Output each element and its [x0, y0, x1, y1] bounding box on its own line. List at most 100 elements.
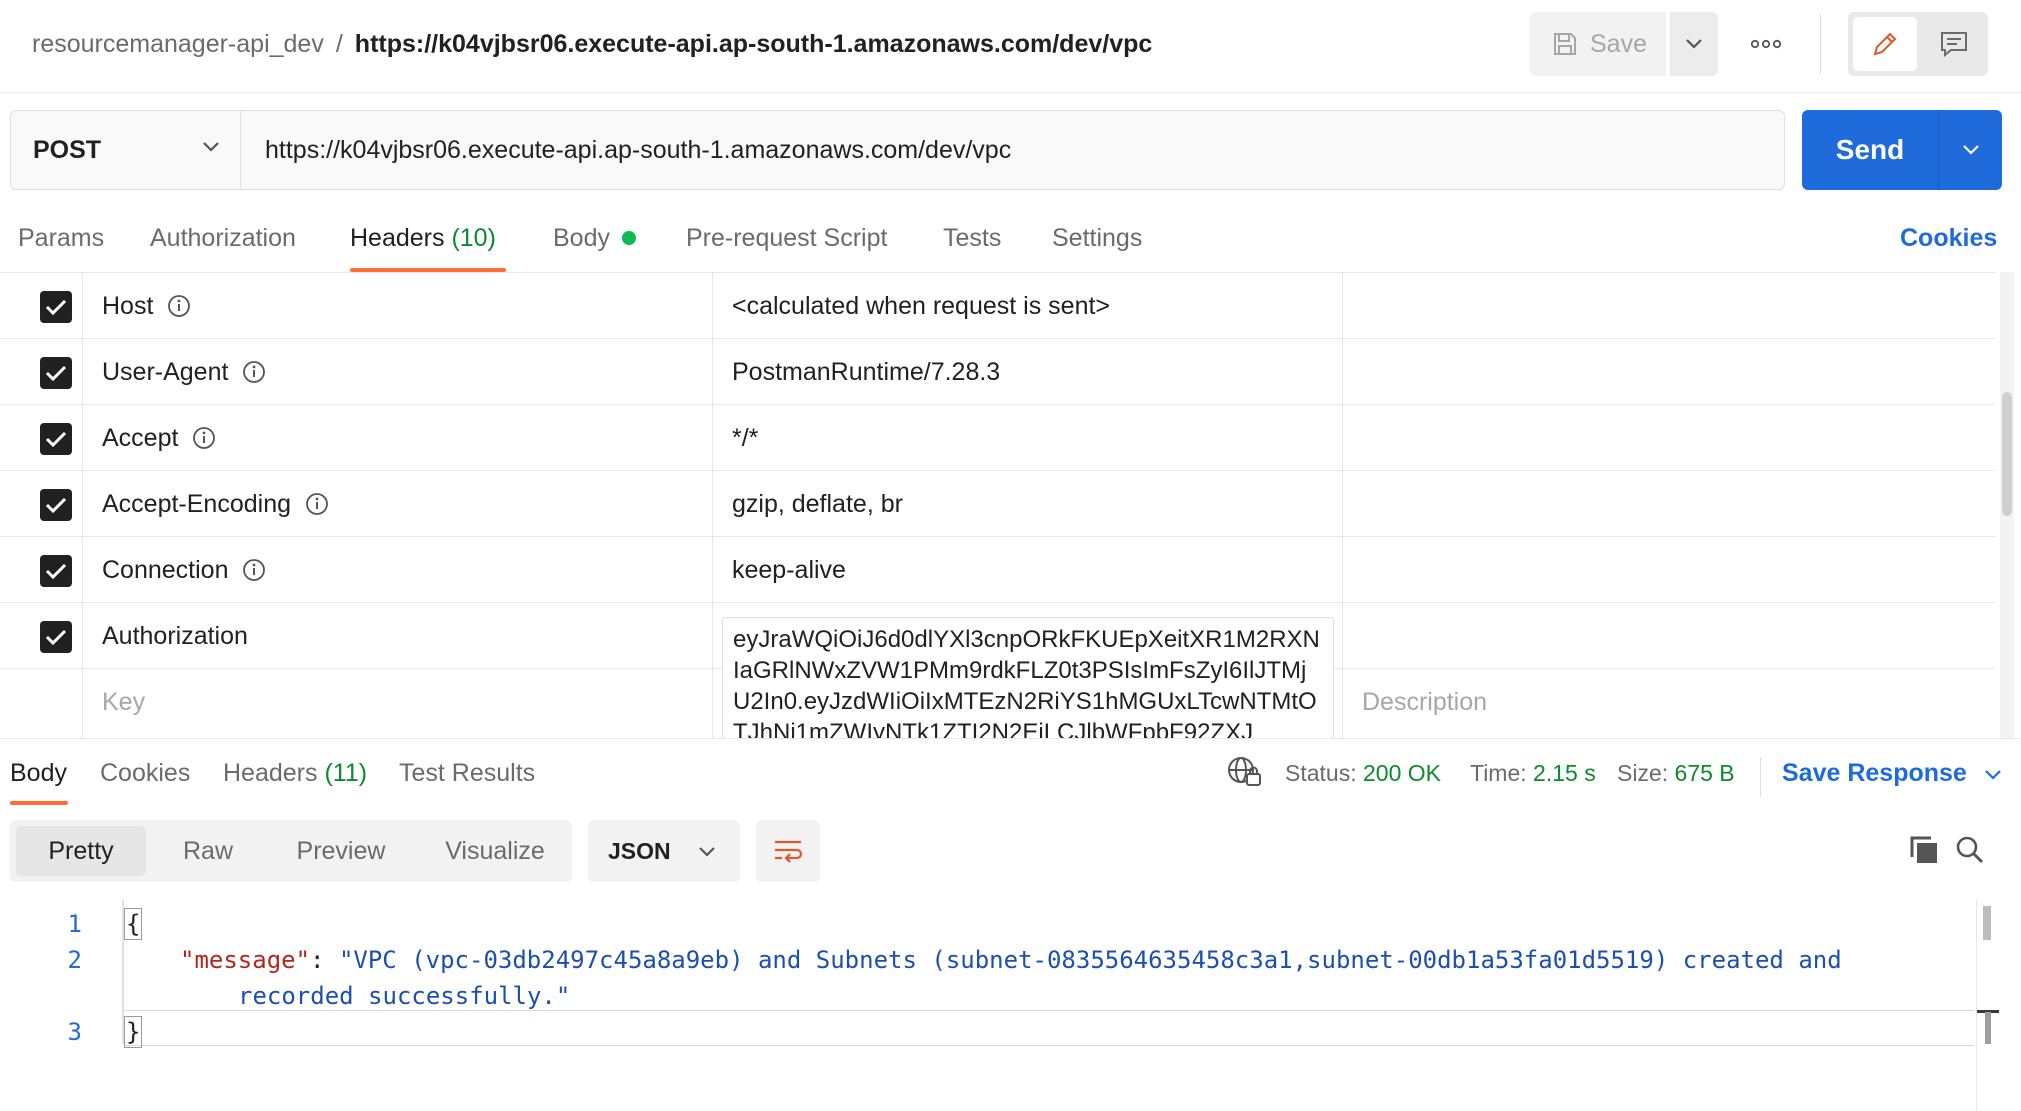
chevron-down-icon — [203, 142, 219, 152]
header-key[interactable]: User-Agent — [102, 339, 266, 405]
network-icon[interactable] — [1226, 755, 1262, 801]
size-value[interactable]: 675 B — [1675, 760, 1735, 786]
header-enabled-checkbox[interactable] — [40, 357, 72, 389]
tab-headers-count: (10) — [451, 224, 496, 252]
mode-toggle — [1848, 12, 1988, 76]
code-scrollbar[interactable] — [1976, 900, 1999, 1111]
more-icon — [1751, 39, 1781, 49]
header-value[interactable]: keep-alive — [732, 537, 846, 603]
format-preview[interactable]: Preview — [276, 826, 406, 876]
save-icon — [1554, 33, 1576, 55]
info-icon[interactable] — [242, 558, 266, 582]
new-description-input[interactable]: Description — [1362, 669, 1487, 735]
response-tab-body[interactable]: Body — [10, 753, 67, 793]
chevron-down-icon — [1985, 770, 2001, 780]
code-line-3: } — [124, 1014, 143, 1050]
header-enabled-checkbox[interactable] — [40, 621, 72, 653]
response-tab-test-results[interactable]: Test Results — [399, 753, 535, 793]
current-line-highlight — [124, 1010, 1974, 1046]
more-options-button[interactable] — [1742, 28, 1790, 60]
wrap-lines-button[interactable] — [756, 820, 820, 882]
tab-authorization[interactable]: Authorization — [150, 218, 296, 258]
status-value[interactable]: 200 OK — [1363, 760, 1441, 786]
chevron-down-icon — [1686, 39, 1702, 49]
response-tab-headers[interactable]: Headers (11) — [223, 753, 367, 793]
url-input[interactable]: https://k04vjbsr06.execute-api.ap-south-… — [251, 111, 1771, 189]
table-row: Connection keep-alive — [0, 537, 1995, 603]
response-tab-headers-label: Headers — [223, 759, 318, 787]
response-tab-cookies[interactable]: Cookies — [100, 753, 190, 793]
language-select[interactable]: JSON — [588, 820, 740, 882]
format-tabs: Pretty Raw Preview Visualize — [10, 820, 572, 882]
request-tabs: Params Authorization Headers (10) Body P… — [0, 210, 2021, 272]
scrollbar-thumb[interactable] — [1983, 906, 1991, 940]
tab-params[interactable]: Params — [18, 218, 104, 258]
response-header-bar: Body Cookies Headers (11) Test Results S… — [0, 738, 2021, 808]
check-icon — [45, 629, 67, 646]
header-key[interactable]: Host — [102, 273, 191, 339]
table-row: Accept */* — [0, 405, 1995, 471]
info-icon[interactable] — [305, 492, 329, 516]
header-enabled-checkbox[interactable] — [40, 291, 72, 323]
response-body-editor[interactable]: 1 2 3 { "message": "VPC (vpc-03db2497c45… — [0, 900, 1990, 1111]
cookies-link[interactable]: Cookies — [1900, 218, 1997, 258]
edit-mode-button[interactable] — [1853, 17, 1917, 71]
method-select[interactable]: POST — [11, 111, 241, 189]
breadcrumb-separator: / — [335, 30, 343, 58]
new-key-input[interactable]: Key — [102, 669, 145, 735]
save-response-button[interactable]: Save Response — [1782, 753, 2002, 793]
header-key[interactable]: Connection — [102, 537, 266, 603]
pencil-icon — [1873, 32, 1897, 56]
send-button[interactable]: Send — [1802, 110, 1938, 190]
info-icon[interactable] — [167, 294, 191, 318]
copy-button[interactable] — [1904, 830, 1944, 870]
response-divider — [1760, 757, 1761, 797]
tab-headers[interactable]: Headers (10) — [350, 218, 496, 258]
format-visualize[interactable]: Visualize — [430, 826, 560, 876]
header-value[interactable]: PostmanRuntime/7.28.3 — [732, 339, 1000, 405]
tab-tests[interactable]: Tests — [943, 218, 1001, 258]
time-value[interactable]: 2.15 s — [1533, 760, 1596, 786]
active-tab-indicator — [10, 801, 68, 805]
line-number: 1 — [67, 910, 82, 938]
tab-body[interactable]: Body — [553, 218, 636, 258]
table-row: User-Agent PostmanRuntime/7.28.3 — [0, 339, 1995, 405]
save-button[interactable]: Save — [1530, 12, 1666, 76]
format-pretty[interactable]: Pretty — [16, 826, 146, 876]
header-enabled-checkbox[interactable] — [40, 489, 72, 521]
table-row: Accept-Encoding gzip, deflate, br — [0, 471, 1995, 537]
header-key[interactable]: Accept — [102, 405, 216, 471]
search-button[interactable] — [1950, 830, 1990, 870]
header-enabled-checkbox[interactable] — [40, 555, 72, 587]
header-key[interactable]: Accept-Encoding — [102, 471, 329, 537]
header-value[interactable]: */* — [732, 405, 758, 471]
headers-scrollbar[interactable] — [2000, 272, 2014, 738]
header-value[interactable]: <calculated when request is sent> — [732, 273, 1110, 339]
save-dropdown-button[interactable] — [1670, 12, 1718, 76]
search-icon — [1956, 836, 1984, 864]
header-value[interactable]: gzip, deflate, br — [732, 471, 903, 537]
breadcrumb-request-name[interactable]: https://k04vjbsr06.execute-api.ap-south-… — [355, 30, 1153, 58]
tab-settings[interactable]: Settings — [1052, 218, 1142, 258]
breadcrumb-collection[interactable]: resourcemanager-api_dev — [32, 30, 324, 58]
authorization-value-editor[interactable]: eyJraWQiOiJ6d0dlYXl3cnpORkFKUEpXeitXR1M2… — [722, 617, 1334, 738]
json-colon: : — [310, 946, 339, 974]
response-time: Time: 2.15 s — [1470, 753, 1596, 793]
line-number: 3 — [67, 1018, 82, 1046]
header-key-text: Host — [102, 291, 154, 320]
scrollbar-thumb[interactable] — [2002, 392, 2012, 516]
tab-pre-request-script[interactable]: Pre-request Script — [686, 218, 887, 258]
header-key-text: Accept — [102, 423, 179, 452]
chevron-down-icon — [699, 847, 715, 857]
info-icon[interactable] — [242, 360, 266, 384]
comment-mode-button[interactable] — [1926, 17, 1982, 71]
send-dropdown-button[interactable] — [1939, 110, 2002, 190]
code-line-1: { — [124, 906, 143, 942]
comment-icon — [1941, 32, 1967, 58]
header-key[interactable]: Authorization — [102, 603, 248, 669]
save-group: Save — [1530, 12, 1718, 76]
header-enabled-checkbox[interactable] — [40, 423, 72, 455]
response-tab-headers-count: (11) — [324, 759, 368, 787]
format-raw[interactable]: Raw — [160, 826, 256, 876]
info-icon[interactable] — [192, 426, 216, 450]
